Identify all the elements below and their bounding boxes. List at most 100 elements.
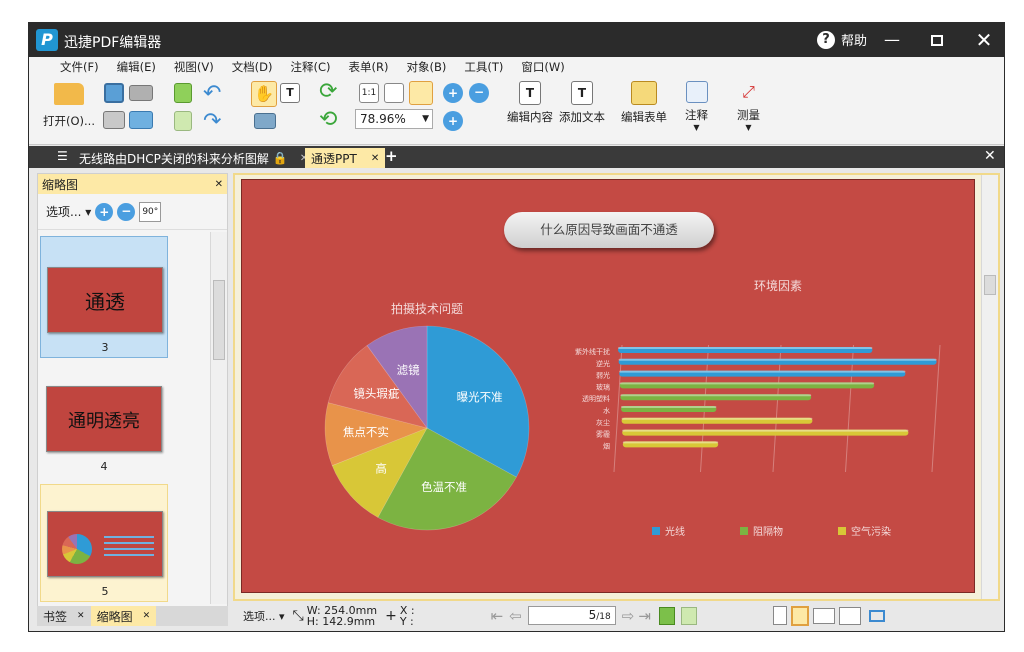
- menu-edit[interactable]: 编辑(E): [108, 59, 165, 75]
- edit-form-label: 编辑表单: [621, 110, 667, 124]
- tab-ppt-document[interactable]: 通透PPT ✕: [305, 148, 386, 168]
- close-panel-icon[interactable]: ✕: [215, 179, 223, 190]
- email-icon[interactable]: [129, 111, 153, 129]
- actual-size-icon[interactable]: 1:1: [359, 83, 379, 103]
- tab-close-icon[interactable]: ✕: [371, 153, 379, 164]
- rotate-cw-icon[interactable]: ⟳: [319, 79, 337, 104]
- zoom-tool-icon[interactable]: +: [443, 111, 463, 131]
- last-page-icon[interactable]: ⇥: [638, 607, 651, 625]
- prev-page-icon[interactable]: ⇦: [509, 607, 522, 625]
- bar-category-label: 烟: [603, 441, 610, 450]
- menu-window[interactable]: 窗口(W): [512, 59, 573, 75]
- scroll-thumb[interactable]: [984, 275, 996, 295]
- folder-icon: [54, 83, 84, 105]
- single-page-icon[interactable]: [772, 606, 787, 625]
- save-icon[interactable]: [104, 83, 124, 103]
- rotate-ccw-icon[interactable]: ⟲: [319, 107, 337, 132]
- menu-object[interactable]: 对象(B): [398, 59, 456, 75]
- measure-button[interactable]: ⤢ 测量 ▼: [737, 81, 760, 132]
- fit-page-icon[interactable]: [384, 83, 404, 103]
- document-scrollbar[interactable]: [981, 175, 998, 599]
- rotate-icon[interactable]: 90°: [139, 201, 162, 222]
- menu-tools[interactable]: 工具(T): [455, 59, 512, 75]
- select-text-icon[interactable]: T: [280, 83, 300, 103]
- open-label: 打开(O)...: [43, 114, 95, 128]
- tab-dhcp-document[interactable]: 无线路由DHCP关闭的科来分析图解 🔒 ✕: [73, 148, 314, 168]
- thumbnail-options-dropdown[interactable]: 选项... ▾: [46, 203, 91, 220]
- edit-content-label: 编辑内容: [507, 110, 553, 124]
- page-height: H: 142.9mm: [306, 614, 376, 628]
- facing-page-icon[interactable]: [812, 607, 835, 624]
- tab-close-icon[interactable]: ✕: [143, 611, 151, 621]
- snapshot-icon[interactable]: [254, 113, 276, 129]
- annotate-button[interactable]: 注释 ▼: [685, 81, 708, 132]
- add-text-button[interactable]: T 添加文本: [559, 81, 605, 125]
- edit-form-button[interactable]: 编辑表单: [621, 81, 667, 125]
- export-icon[interactable]: [174, 111, 192, 131]
- thumbnail-image: 通明透亮: [46, 386, 162, 452]
- continuous-facing-icon[interactable]: [838, 606, 861, 625]
- minimize-button[interactable]: —: [877, 27, 907, 53]
- thumbnail-list: 通透 3 通明透亮 4 5: [38, 232, 210, 604]
- tab-thumbnails[interactable]: 缩略图 ✕: [90, 606, 157, 626]
- first-page-icon[interactable]: ⇤: [491, 607, 504, 625]
- page-width: W: 254.0mm: [306, 603, 378, 617]
- scanner-icon[interactable]: [129, 85, 153, 101]
- tab-menu-icon[interactable]: ☰: [57, 149, 68, 163]
- tab-close-icon[interactable]: ✕: [77, 611, 85, 621]
- menu-view[interactable]: 视图(V): [165, 59, 223, 75]
- scroll-thumb[interactable]: [213, 280, 225, 360]
- next-page-icon[interactable]: ⇨: [622, 607, 635, 625]
- close-document-icon[interactable]: ✕: [984, 148, 996, 164]
- page-number-input[interactable]: 5/18: [527, 606, 616, 625]
- menu-document[interactable]: 文档(D): [223, 59, 282, 75]
- new-tab-icon[interactable]: +: [385, 147, 398, 165]
- legend-swatch: [652, 527, 660, 535]
- import-icon[interactable]: [174, 83, 192, 103]
- bar-chart-title: 环境因素: [754, 278, 802, 293]
- menu-form[interactable]: 表单(R): [340, 59, 398, 75]
- status-bar: 选项... ▾ ⤡ W: 254.0mm H: 142.9mm + X : Y …: [233, 603, 1000, 628]
- open-button[interactable]: 打开(O)...: [43, 83, 95, 129]
- maximize-button[interactable]: [922, 27, 952, 53]
- fit-width-icon[interactable]: [409, 81, 433, 105]
- zoom-in-icon[interactable]: +: [95, 202, 114, 221]
- pie-slice-label: 镜头瑕疵: [353, 387, 399, 401]
- pie-chart-title: 拍摄技术问题: [391, 301, 463, 316]
- toolbar: 打开(O)... ↶ ↷ ✋ T ⟳ ⟲ 1:1 78.96% ▼ + − + …: [29, 77, 1004, 145]
- prev-view-icon[interactable]: [658, 606, 675, 625]
- thumbnail-scrollbar[interactable]: [210, 232, 227, 604]
- zoom-in-icon[interactable]: +: [443, 83, 463, 103]
- bar-highlight: [620, 394, 812, 397]
- close-button[interactable]: ✕: [969, 27, 999, 53]
- undo-icon[interactable]: ↶: [203, 81, 221, 106]
- bar-category-label: 雾霾: [596, 431, 610, 439]
- menu-file[interactable]: 文件(F): [51, 59, 108, 75]
- zoom-out-icon[interactable]: −: [469, 83, 489, 103]
- fullscreen-icon[interactable]: [868, 609, 885, 622]
- edit-content-button[interactable]: T 编辑内容: [507, 81, 553, 125]
- hand-tool-icon[interactable]: ✋: [251, 81, 277, 107]
- thumbnail-page-4[interactable]: 通明透亮 4: [40, 366, 168, 484]
- bar-highlight: [622, 429, 909, 432]
- zoom-out-icon[interactable]: −: [117, 202, 136, 221]
- app-title: 迅捷PDF编辑器: [64, 35, 162, 51]
- continuous-page-icon[interactable]: [790, 605, 809, 626]
- menu-comment[interactable]: 注释(C): [282, 59, 340, 75]
- status-options-dropdown[interactable]: 选项... ▾: [243, 608, 285, 624]
- app-window: P 迅捷PDF编辑器 ? 帮助 — ✕ 文件(F) 编辑(E) 视图(V) 文档…: [28, 22, 1005, 632]
- tab-bookmarks[interactable]: 书签 ✕: [37, 606, 91, 626]
- next-view-icon[interactable]: [680, 606, 697, 625]
- redo-icon[interactable]: ↷: [203, 109, 221, 134]
- thumbnail-panel-title: 缩略图: [42, 177, 79, 192]
- bar-category-label: 弱光: [596, 371, 610, 380]
- cursor-y: Y :: [399, 614, 414, 628]
- print-icon[interactable]: [103, 111, 125, 129]
- thumbnail-page-5[interactable]: 5: [40, 484, 168, 602]
- zoom-select[interactable]: 78.96% ▼: [355, 109, 433, 129]
- bar-highlight: [618, 358, 937, 361]
- thumbnail-image: [47, 511, 163, 577]
- slide-title: 什么原因导致画面不通透: [540, 222, 678, 237]
- thumbnail-page-3[interactable]: 通透 3: [40, 236, 168, 358]
- help-button[interactable]: ? 帮助: [817, 30, 867, 49]
